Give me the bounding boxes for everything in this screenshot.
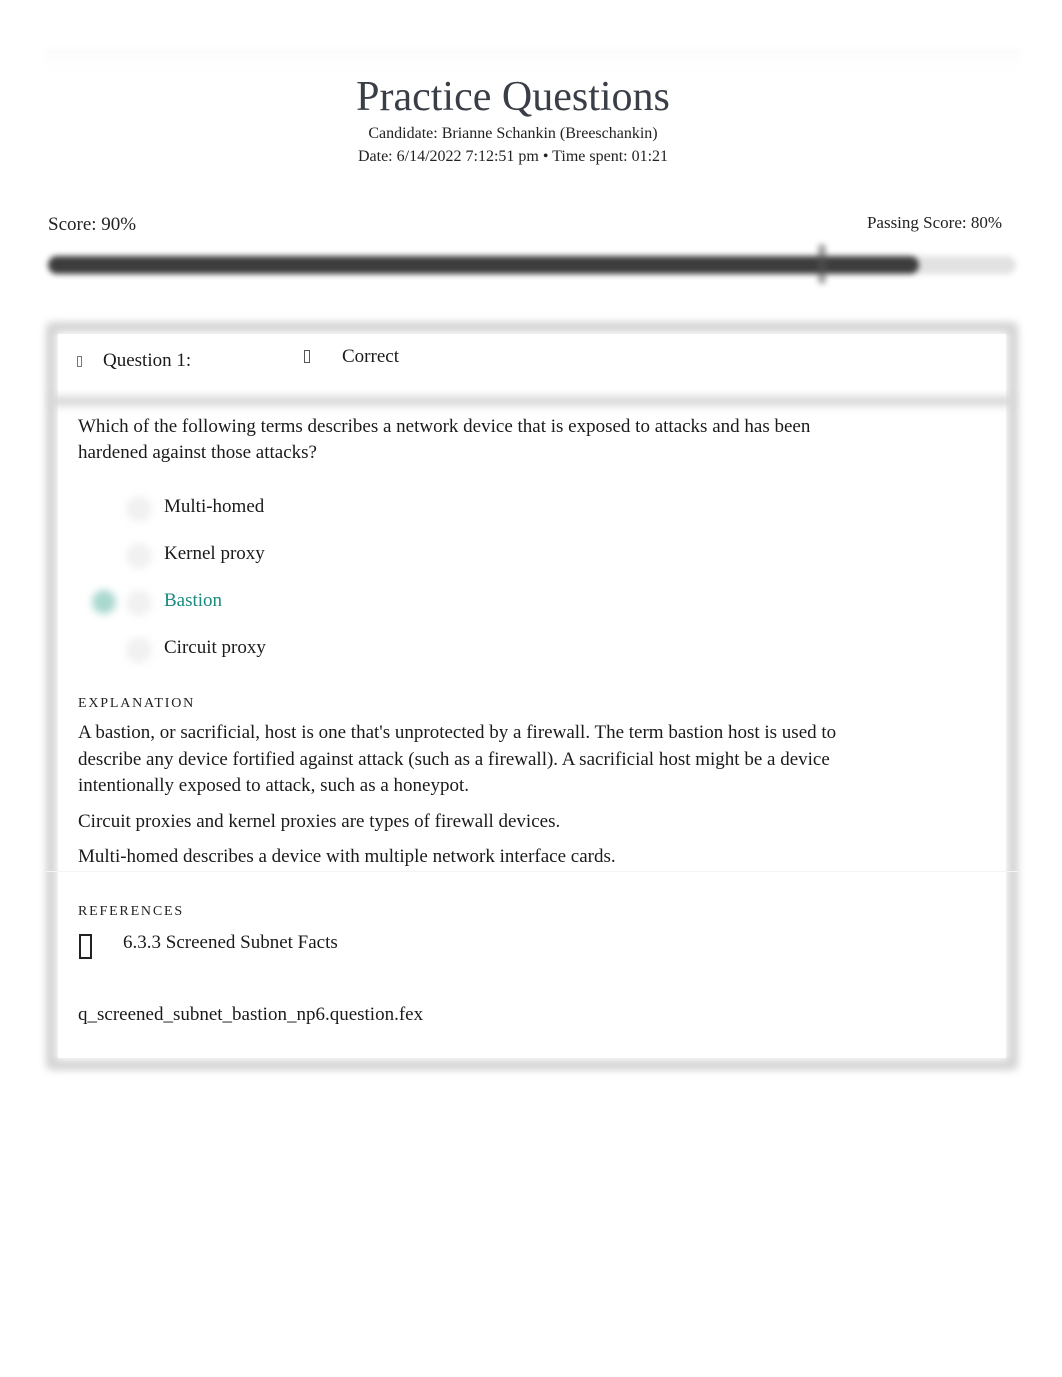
score-label: Score: 90%	[48, 214, 137, 235]
question-file-name: q_screened_subnet_bastion_np6.question.f…	[78, 1004, 424, 1025]
chevron-icon[interactable]	[77, 356, 82, 367]
radio-icon[interactable]	[126, 637, 152, 663]
references-section: References 6.3.3 Screened Subnet Facts	[78, 904, 778, 962]
page-title: Practice Questions	[356, 74, 670, 120]
explanation-paragraph: Multi-homed describes a device with mult…	[78, 846, 616, 867]
answer-label: Multi-homed	[164, 496, 265, 517]
candidate-info: Candidate: Brianne Schankin (Breeschanki…	[368, 125, 658, 142]
top-shade	[44, 48, 1022, 70]
answer-option[interactable]: Multi-homed	[78, 494, 478, 541]
radio-icon[interactable]	[126, 543, 152, 569]
answer-option[interactable]: Circuit proxy	[78, 635, 478, 682]
question-card: Question 1: Correct Which of the followi…	[46, 322, 1018, 1070]
page-header: Practice Questions Candidate: Brianne Sc…	[0, 72, 1026, 168]
answer-list: Multi-homed Kernel proxy Bastion Circuit…	[78, 494, 478, 682]
score-progress-bar	[48, 244, 1016, 284]
explanation-heading: Explanation	[78, 696, 196, 711]
date-time-info: Date: 6/14/2022 7:12:51 pm • Time spent:…	[357, 148, 669, 165]
answer-label: Bastion	[164, 590, 223, 611]
question-status: Correct	[342, 346, 399, 367]
question-header[interactable]: Question 1: Correct	[58, 334, 1006, 392]
score-progress-fill	[48, 256, 920, 274]
explanation-paragraph: A bastion, or sacrificial, host is one t…	[78, 722, 837, 796]
answer-option-correct[interactable]: Bastion	[78, 588, 478, 635]
check-circle-icon	[304, 350, 310, 363]
page-break-line	[46, 871, 1018, 872]
header-divider	[50, 396, 1014, 406]
question-body: Which of the following terms describes a…	[78, 414, 858, 466]
question-text: Which of the following terms describes a…	[78, 416, 811, 463]
answer-label: Kernel proxy	[164, 543, 265, 564]
answer-label: Circuit proxy	[164, 637, 266, 658]
correct-check-icon	[92, 590, 116, 614]
passing-score-label: Passing Score: 80%	[866, 213, 1002, 232]
question-number: Question 1:	[103, 350, 192, 371]
explanation-section: Explanation A bastion, or sacrificial, h…	[78, 696, 868, 880]
radio-icon[interactable]	[126, 496, 152, 522]
book-icon	[79, 934, 92, 959]
reference-link[interactable]: 6.3.3 Screened Subnet Facts	[123, 932, 338, 954]
references-heading: References	[78, 904, 184, 919]
reference-item[interactable]: 6.3.3 Screened Subnet Facts	[78, 932, 778, 962]
explanation-paragraph: Circuit proxies and kernel proxies are t…	[78, 810, 561, 832]
passing-score-marker	[818, 244, 827, 284]
radio-icon[interactable]	[126, 590, 152, 616]
answer-option[interactable]: Kernel proxy	[78, 541, 478, 588]
